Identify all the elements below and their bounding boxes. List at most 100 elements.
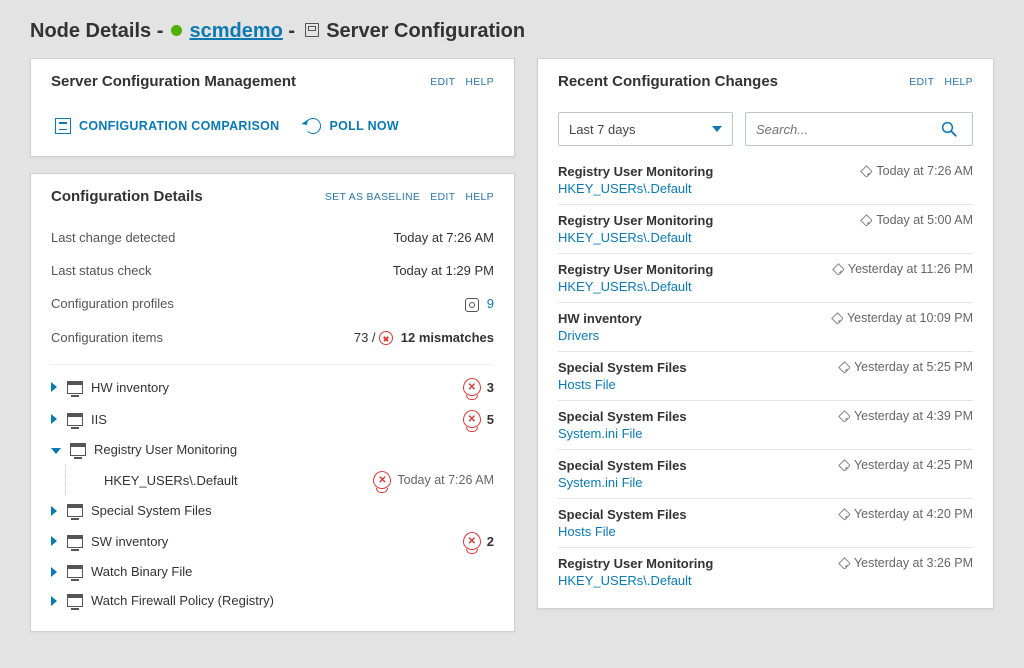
profile-icon <box>67 565 83 578</box>
change-row[interactable]: HW inventoryDriversYesterday at 10:09 PM <box>558 302 973 351</box>
change-row[interactable]: Registry User Monitoring HKEY_USERs\.Defa… <box>558 547 973 596</box>
change-title: Registry User Monitoring <box>558 164 713 179</box>
mismatch-badge-icon: ✕ <box>373 471 391 489</box>
mismatch-badge-icon: ✕ <box>463 410 481 428</box>
title-sep: - <box>288 20 300 42</box>
change-subtitle: HKEY_USERs\.Default <box>558 573 713 588</box>
configuration-comparison-button[interactable]: CONFIGURATION COMPARISON <box>55 118 279 134</box>
change-row[interactable]: Registry User Monitoring HKEY_USERs\.Defa… <box>558 156 973 204</box>
scm-help-link[interactable]: HELP <box>465 76 494 88</box>
expand-icon[interactable] <box>51 536 57 546</box>
change-title: Registry User Monitoring <box>558 213 713 228</box>
change-subtitle: HKEY_USERs\.Default <box>558 181 713 196</box>
change-subtitle: Drivers <box>558 328 642 343</box>
change-row[interactable]: Special System FilesSystem.ini FileYeste… <box>558 449 973 498</box>
tree-label: HW inventory <box>91 380 463 395</box>
change-subtitle: Hosts File <box>558 524 687 539</box>
pencil-icon <box>838 508 851 521</box>
mismatches-text: 12 mismatches <box>401 330 494 345</box>
tree-row[interactable]: HW inventory✕3 <box>51 371 494 403</box>
pencil-icon <box>838 459 851 472</box>
title-prefix: Node Details - <box>30 20 169 42</box>
compare-label: CONFIGURATION COMPARISON <box>79 119 279 133</box>
mismatch-badge-icon: ✕ <box>463 532 481 550</box>
details-edit-link[interactable]: EDIT <box>430 191 455 203</box>
expand-icon[interactable] <box>51 567 57 577</box>
profiles-count-link[interactable]: 9 <box>487 296 494 311</box>
change-row[interactable]: Special System Files System.ini File Yeste… <box>558 400 973 449</box>
compare-icon <box>55 118 71 134</box>
tree-row[interactable]: Special System Files <box>51 496 494 525</box>
last-check-value: Today at 1:29 PM <box>393 263 494 278</box>
change-row[interactable]: Special System Files Hosts File Yesterday … <box>558 351 973 400</box>
tree-label: Special System Files <box>91 503 494 518</box>
tree-child-label: HKEY_USERs\.Default <box>104 473 373 488</box>
tree-label: IIS <box>91 412 463 427</box>
change-title: HW inventory <box>558 311 642 326</box>
poll-now-button[interactable]: POLL NOW <box>305 118 399 134</box>
change-row[interactable]: Registry User MonitoringHKEY_USERs\.Defa… <box>558 253 973 302</box>
tree-child-row[interactable]: HKEY_USERs\.Default✕ Today at 7:26 AM <box>65 464 494 496</box>
profile-icon <box>67 535 83 548</box>
expand-icon[interactable] <box>51 506 57 516</box>
tree-label: Watch Firewall Policy (Registry) <box>91 593 494 608</box>
search-button[interactable] <box>934 114 964 144</box>
details-help-link[interactable]: HELP <box>465 191 494 203</box>
change-title: Special System Files <box>558 360 687 375</box>
expand-icon[interactable] <box>51 596 57 606</box>
items-row: Configuration items 73 / 12 mismatches <box>51 321 494 355</box>
tree-row[interactable]: Registry User Monitoring <box>51 435 494 464</box>
change-row[interactable]: Registry User MonitoringHKEY_USERs\.Defa… <box>558 204 973 253</box>
expand-icon[interactable] <box>51 382 57 392</box>
change-subtitle: HKEY_USERs\.Default <box>558 279 713 294</box>
chevron-down-icon <box>712 126 722 132</box>
scm-edit-link[interactable]: EDIT <box>430 76 455 88</box>
change-subtitle: System.ini File <box>558 426 687 441</box>
tree-row[interactable]: SW inventory✕2 <box>51 525 494 557</box>
set-as-baseline-link[interactable]: SET AS BASELINE <box>325 191 420 203</box>
change-title: Special System Files <box>558 458 687 473</box>
expand-icon[interactable] <box>51 414 57 424</box>
time-range-value: Last 7 days <box>569 122 636 137</box>
change-time: Today at 7:26 AM <box>876 164 973 178</box>
tree-label: Registry User Monitoring <box>94 442 494 457</box>
tree-row[interactable]: Watch Binary File <box>51 557 494 586</box>
details-panel-title: Configuration Details <box>51 188 325 205</box>
tree-row[interactable]: IIS✕ 5 <box>51 403 494 435</box>
scm-panel-title: Server Configuration Management <box>51 73 430 90</box>
changes-list: Registry User Monitoring HKEY_USERs\.Defa… <box>538 154 993 608</box>
change-title: Special System Files <box>558 507 687 522</box>
tree-row[interactable]: Watch Firewall Policy (Registry) <box>51 586 494 615</box>
change-time: Yesterday at 5:25 PM <box>854 360 973 374</box>
tree-child-time: Today at 7:26 AM <box>397 473 494 487</box>
change-subtitle: Hosts File <box>558 377 687 392</box>
recent-changes-panel: Recent Configuration Changes EDIT HELP L… <box>537 58 994 609</box>
config-tree: HW inventory✕3IIS✕5Registry User Monitor… <box>51 364 494 615</box>
change-time: Yesterday at 4:39 PM <box>854 409 973 423</box>
recent-help-link[interactable]: HELP <box>944 76 973 88</box>
items-label: Configuration items <box>51 330 163 345</box>
last-check-row: Last status check Today at 1:29 PM <box>51 254 494 287</box>
mismatch-count: 5 <box>487 412 494 427</box>
node-name-link[interactable]: scmdemo <box>189 20 282 42</box>
change-title: Special System Files <box>558 409 687 424</box>
pencil-icon <box>838 557 851 570</box>
change-time: Yesterday at 4:25 PM <box>854 458 973 472</box>
profile-icon <box>70 443 86 456</box>
pencil-icon <box>861 214 874 227</box>
search-input[interactable] <box>756 122 934 137</box>
recent-edit-link[interactable]: EDIT <box>909 76 934 88</box>
refresh-icon <box>305 118 321 134</box>
status-dot-icon <box>171 25 182 36</box>
last-change-value: Today at 7:26 AM <box>394 230 494 245</box>
profiles-row: Configuration profiles 9 <box>51 287 494 321</box>
mismatch-count: 3 <box>487 380 494 395</box>
time-range-select[interactable]: Last 7 days <box>558 112 733 146</box>
profile-icon <box>67 594 83 607</box>
collapse-icon[interactable] <box>51 448 61 454</box>
change-row[interactable]: Special System FilesHosts FileYesterday … <box>558 498 973 547</box>
scm-panel: Server Configuration Management EDIT HEL… <box>30 58 515 157</box>
gear-icon <box>465 298 479 312</box>
search-icon <box>940 120 958 138</box>
change-title: Registry User Monitoring <box>558 556 713 571</box>
